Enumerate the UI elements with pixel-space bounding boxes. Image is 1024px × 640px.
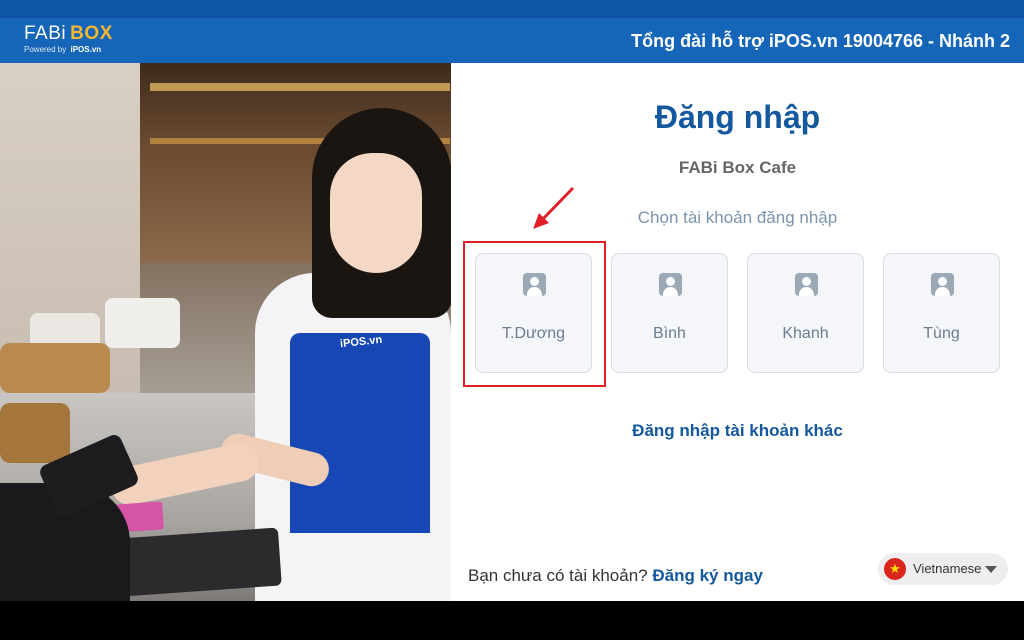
logo-accent: BOX (70, 23, 113, 44)
hero-photo: iPOS.vn (0, 63, 451, 601)
user-avatar-icon (523, 273, 546, 296)
user-avatar-icon (931, 273, 954, 296)
account-name: Tùng (923, 325, 960, 342)
bottom-bar (0, 601, 1024, 640)
user-avatar-icon (795, 273, 818, 296)
account-card-tung[interactable]: Tùng (883, 253, 1000, 373)
payment-terminal (118, 527, 282, 597)
account-name: Bình (653, 325, 686, 342)
account-card-khanh[interactable]: Khanh (747, 253, 864, 373)
fabi-box-logo: FABi BOX Powered by iPOS.vn (24, 24, 113, 54)
pointer-arrow-icon (533, 186, 575, 229)
signup-row: Bạn chưa có tài khoản? Đăng ký ngay (468, 566, 763, 586)
user-avatar-icon (659, 273, 682, 296)
account-card-binh[interactable]: Bình (611, 253, 728, 373)
support-hotline: Tổng đài hỗ trợ iPOS.vn 19004766 - Nhánh… (631, 31, 1010, 51)
powered-brand: iPOS.vn (70, 45, 102, 54)
signup-link[interactable]: Đăng ký ngay (652, 566, 763, 585)
account-name: T.Dương (502, 325, 565, 342)
language-selector[interactable]: ★ Vietnamese (878, 553, 1008, 585)
store-name: FABi Box Cafe (678, 158, 797, 177)
logo-primary: FABi (24, 23, 67, 44)
page-title: Đăng nhập (654, 99, 821, 135)
app-header: FABi BOX Powered by iPOS.vn Tổng đài hỗ t… (0, 18, 1024, 63)
login-panel: Đăng nhập FABi Box Cafe Chọn tài khoản đ… (451, 63, 1024, 601)
status-strip (0, 0, 1024, 18)
account-card-t-duong[interactable]: T.Dương (475, 253, 592, 373)
powered-by-text: Powered by (24, 45, 67, 54)
caret-down-icon (985, 566, 997, 573)
no-account-text: Bạn chưa có tài khoản? (468, 566, 648, 585)
language-label: Vietnamese (913, 561, 982, 576)
vietnam-flag-icon: ★ (884, 558, 906, 580)
login-other-account-link[interactable]: Đăng nhập tài khoản khác (451, 421, 1024, 441)
account-name: Khanh (782, 325, 829, 342)
